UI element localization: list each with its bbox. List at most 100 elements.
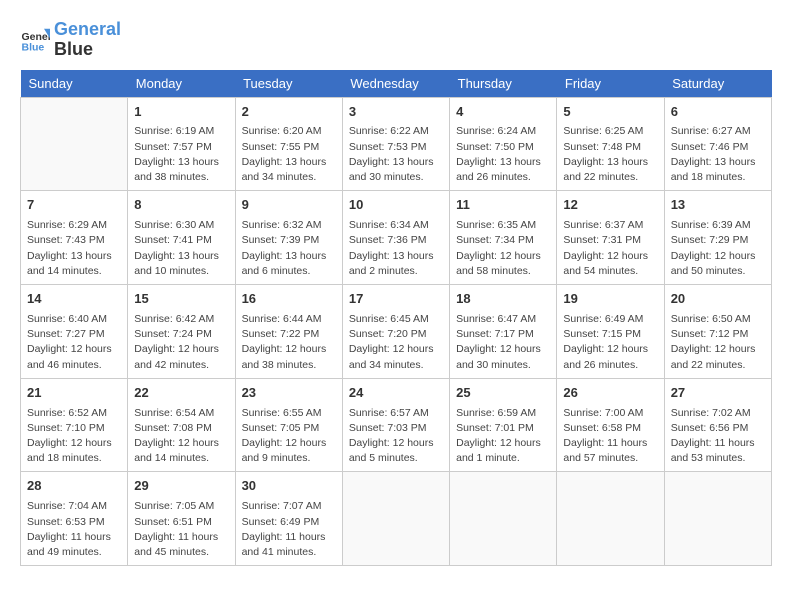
weekday-header: Sunday [21, 70, 128, 98]
calendar-row: 21Sunrise: 6:52 AMSunset: 7:10 PMDayligh… [21, 378, 772, 472]
calendar-row: 7 Sunrise: 6:29 AMSunset: 7:43 PMDaylight… [21, 191, 772, 285]
day-info: Sunrise: 6:42 AMSunset: 7:24 PMDaylight:… [134, 312, 228, 373]
weekday-header: Saturday [664, 70, 771, 98]
calendar-cell: 16 Sunrise: 6:44 AMSunset: 7:22 PMDayligh… [235, 285, 342, 379]
day-info: Sunrise: 6:19 AMSunset: 7:57 PMDaylight:… [134, 124, 228, 185]
day-number: 1 [134, 103, 228, 122]
calendar-cell: 4 Sunrise: 6:24 AMSunset: 7:50 PMDaylight… [450, 97, 557, 191]
day-info: Sunrise: 7:04 AMSunset: 6:53 PMDaylight:… [27, 499, 121, 560]
day-number: 21 [27, 384, 121, 403]
day-number: 4 [456, 103, 550, 122]
day-number: 5 [563, 103, 657, 122]
calendar-cell [664, 472, 771, 566]
calendar-cell: 14 Sunrise: 6:40 AMSunset: 7:27 PMDayligh… [21, 285, 128, 379]
day-info: Sunrise: 6:35 AMSunset: 7:34 PMDaylight:… [456, 218, 550, 279]
day-info: Sunrise: 6:29 AMSunset: 7:43 PMDaylight:… [27, 218, 121, 279]
calendar-cell: 13 Sunrise: 6:39 AMSunset: 7:29 PMDayligh… [664, 191, 771, 285]
calendar-body: 1 Sunrise: 6:19 AMSunset: 7:57 PMDaylight… [21, 97, 772, 566]
day-number: 20 [671, 290, 765, 309]
calendar-cell: 2 Sunrise: 6:20 AMSunset: 7:55 PMDaylight… [235, 97, 342, 191]
calendar-cell: 17 Sunrise: 6:45 AMSunset: 7:20 PMDayligh… [342, 285, 449, 379]
calendar-cell [557, 472, 664, 566]
calendar-cell: 1 Sunrise: 6:19 AMSunset: 7:57 PMDaylight… [128, 97, 235, 191]
day-info: Sunrise: 6:50 AMSunset: 7:12 PMDaylight:… [671, 312, 765, 373]
day-number: 15 [134, 290, 228, 309]
calendar-cell: 12Sunrise: 6:37 AMSunset: 7:31 PMDayligh… [557, 191, 664, 285]
page-header: General Blue GeneralBlue [20, 20, 772, 60]
calendar-cell: 20 Sunrise: 6:50 AMSunset: 7:12 PMDayligh… [664, 285, 771, 379]
day-info: Sunrise: 6:54 AMSunset: 7:08 PMDaylight:… [134, 406, 228, 467]
calendar-cell: 7 Sunrise: 6:29 AMSunset: 7:43 PMDaylight… [21, 191, 128, 285]
day-number: 13 [671, 196, 765, 215]
weekday-header: Wednesday [342, 70, 449, 98]
day-number: 18 [456, 290, 550, 309]
calendar-cell: 5 Sunrise: 6:25 AMSunset: 7:48 PMDaylight… [557, 97, 664, 191]
day-info: Sunrise: 6:57 AMSunset: 7:03 PMDaylight:… [349, 406, 443, 467]
day-info: Sunrise: 6:30 AMSunset: 7:41 PMDaylight:… [134, 218, 228, 279]
day-info: Sunrise: 6:47 AMSunset: 7:17 PMDaylight:… [456, 312, 550, 373]
calendar-table: SundayMondayTuesdayWednesdayThursdayFrid… [20, 70, 772, 567]
day-info: Sunrise: 6:55 AMSunset: 7:05 PMDaylight:… [242, 406, 336, 467]
calendar-cell: 10 Sunrise: 6:34 AMSunset: 7:36 PMDayligh… [342, 191, 449, 285]
calendar-cell: 25 Sunrise: 6:59 AMSunset: 7:01 PMDayligh… [450, 378, 557, 472]
day-info: Sunrise: 6:39 AMSunset: 7:29 PMDaylight:… [671, 218, 765, 279]
day-info: Sunrise: 6:27 AMSunset: 7:46 PMDaylight:… [671, 124, 765, 185]
day-number: 22 [134, 384, 228, 403]
calendar-cell: 23Sunrise: 6:55 AMSunset: 7:05 PMDayligh… [235, 378, 342, 472]
day-number: 14 [27, 290, 121, 309]
day-info: Sunrise: 7:05 AMSunset: 6:51 PMDaylight:… [134, 499, 228, 560]
calendar-cell: 6 Sunrise: 6:27 AMSunset: 7:46 PMDaylight… [664, 97, 771, 191]
day-info: Sunrise: 6:44 AMSunset: 7:22 PMDaylight:… [242, 312, 336, 373]
day-number: 11 [456, 196, 550, 215]
calendar-header: SundayMondayTuesdayWednesdayThursdayFrid… [21, 70, 772, 98]
day-info: Sunrise: 7:02 AMSunset: 6:56 PMDaylight:… [671, 406, 765, 467]
day-number: 8 [134, 196, 228, 215]
day-number: 3 [349, 103, 443, 122]
day-number: 24 [349, 384, 443, 403]
calendar-cell: 28 Sunrise: 7:04 AMSunset: 6:53 PMDayligh… [21, 472, 128, 566]
calendar-cell: 19 Sunrise: 6:49 AMSunset: 7:15 PMDayligh… [557, 285, 664, 379]
calendar-cell: 18 Sunrise: 6:47 AMSunset: 7:17 PMDayligh… [450, 285, 557, 379]
day-number: 16 [242, 290, 336, 309]
day-info: Sunrise: 6:24 AMSunset: 7:50 PMDaylight:… [456, 124, 550, 185]
day-number: 17 [349, 290, 443, 309]
day-info: Sunrise: 6:20 AMSunset: 7:55 PMDaylight:… [242, 124, 336, 185]
day-number: 25 [456, 384, 550, 403]
day-info: Sunrise: 6:32 AMSunset: 7:39 PMDaylight:… [242, 218, 336, 279]
logo-icon: General Blue [20, 25, 50, 55]
day-number: 30 [242, 477, 336, 496]
day-number: 26 [563, 384, 657, 403]
calendar-cell: 8 Sunrise: 6:30 AMSunset: 7:41 PMDaylight… [128, 191, 235, 285]
weekday-header: Friday [557, 70, 664, 98]
day-number: 28 [27, 477, 121, 496]
calendar-cell [342, 472, 449, 566]
day-info: Sunrise: 6:25 AMSunset: 7:48 PMDaylight:… [563, 124, 657, 185]
calendar-row: 1 Sunrise: 6:19 AMSunset: 7:57 PMDaylight… [21, 97, 772, 191]
day-number: 27 [671, 384, 765, 403]
calendar-cell: 21Sunrise: 6:52 AMSunset: 7:10 PMDayligh… [21, 378, 128, 472]
calendar-cell: 22 Sunrise: 6:54 AMSunset: 7:08 PMDayligh… [128, 378, 235, 472]
calendar-cell: 11 Sunrise: 6:35 AMSunset: 7:34 PMDayligh… [450, 191, 557, 285]
day-info: Sunrise: 6:49 AMSunset: 7:15 PMDaylight:… [563, 312, 657, 373]
day-number: 7 [27, 196, 121, 215]
calendar-cell: 3Sunrise: 6:22 AMSunset: 7:53 PMDaylight… [342, 97, 449, 191]
day-number: 19 [563, 290, 657, 309]
day-info: Sunrise: 7:07 AMSunset: 6:49 PMDaylight:… [242, 499, 336, 560]
calendar-cell: 26 Sunrise: 7:00 AMSunset: 6:58 PMDayligh… [557, 378, 664, 472]
day-info: Sunrise: 6:59 AMSunset: 7:01 PMDaylight:… [456, 406, 550, 467]
day-number: 2 [242, 103, 336, 122]
calendar-cell: 29 Sunrise: 7:05 AMSunset: 6:51 PMDayligh… [128, 472, 235, 566]
day-info: Sunrise: 6:45 AMSunset: 7:20 PMDaylight:… [349, 312, 443, 373]
day-info: Sunrise: 6:34 AMSunset: 7:36 PMDaylight:… [349, 218, 443, 279]
day-number: 6 [671, 103, 765, 122]
day-number: 29 [134, 477, 228, 496]
calendar-cell: 27 Sunrise: 7:02 AMSunset: 6:56 PMDayligh… [664, 378, 771, 472]
day-number: 9 [242, 196, 336, 215]
day-info: Sunrise: 6:40 AMSunset: 7:27 PMDaylight:… [27, 312, 121, 373]
day-number: 10 [349, 196, 443, 215]
weekday-header: Thursday [450, 70, 557, 98]
logo-text: GeneralBlue [54, 20, 121, 60]
calendar-cell [21, 97, 128, 191]
day-info: Sunrise: 7:00 AMSunset: 6:58 PMDaylight:… [563, 406, 657, 467]
calendar-cell: 30 Sunrise: 7:07 AMSunset: 6:49 PMDayligh… [235, 472, 342, 566]
